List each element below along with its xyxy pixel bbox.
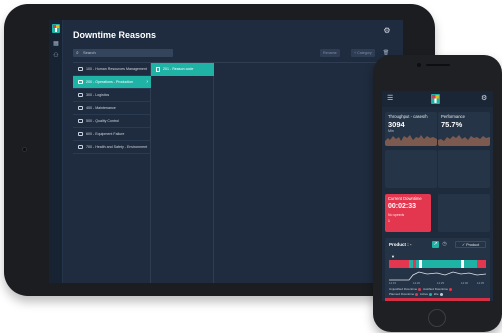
legend-dot <box>418 287 422 291</box>
legend-justified: Justified Downtime <box>422 287 449 291</box>
hamburger-menu-icon[interactable]: ☰ <box>387 95 393 103</box>
phone-header: ☰ ⚙ <box>382 91 493 107</box>
rename-button[interactable]: Rename <box>320 49 340 57</box>
category-item[interactable]: 500 - Quality Control <box>73 115 151 128</box>
category-label: 400 - Maintenance <box>86 106 116 110</box>
bottom-alarm-bar <box>385 298 490 301</box>
page-title: Downtime Reasons <box>73 30 157 40</box>
performance-sparkline <box>438 135 490 146</box>
kpi-card-empty[interactable] <box>385 150 437 188</box>
timeline-segment <box>461 260 464 268</box>
document-icon <box>156 66 160 72</box>
timeline-segment <box>477 260 486 268</box>
timeline-segment <box>419 260 422 268</box>
product-button[interactable]: ✓ Product <box>455 241 486 248</box>
category-item[interactable]: 600 - Equipment Failure <box>73 128 151 141</box>
search-input[interactable]: ⌕ Search <box>73 49 173 57</box>
kpi-label: Throughput - cases/h <box>388 114 428 119</box>
marker-icon: ▼ <box>391 254 395 259</box>
downtime-value: 00:02:33 <box>388 203 417 210</box>
tick-label: 14:25 <box>437 281 444 285</box>
tablet-device: ▦ ⚇ Downtime Reasons ⚙ ⌕ Search Rename +… <box>4 4 435 296</box>
product-title: Product : - <box>389 242 412 247</box>
phone-camera <box>417 63 421 67</box>
tick-label: 14:20 <box>413 281 420 285</box>
search-icon: ⌕ <box>76 50 79 56</box>
legend-active: Active <box>419 292 429 296</box>
trend-chart-icon[interactable]: ↗ <box>432 241 439 248</box>
kpi-label: Performance <box>441 114 465 119</box>
subcategory-item-selected[interactable]: 201 - Reason code <box>151 63 214 76</box>
category-item[interactable]: 700 - Health and Safety - Environment <box>73 141 151 154</box>
legend-row: Unjustified Downtime Justified Downtime <box>389 287 453 291</box>
folder-icon <box>78 119 83 124</box>
home-button[interactable] <box>428 309 446 327</box>
dashboard-icon[interactable]: ▦ <box>53 41 59 47</box>
legend-idle: Idle <box>433 292 439 296</box>
history-icon[interactable]: ◷ <box>441 241 448 248</box>
downtime-count: 1 <box>388 219 390 223</box>
tick-label: 14:30 <box>461 281 468 285</box>
category-label: 700 - Health and Safety - Environment <box>86 145 148 149</box>
subcategory-list: 201 - Reason code <box>151 63 214 283</box>
folder-icon <box>78 132 83 137</box>
kpi-value: 75.7% <box>441 120 463 129</box>
legend-dot <box>429 292 433 296</box>
speed-line-chart <box>389 271 486 281</box>
legend-planned: Planned Downtime <box>389 292 415 296</box>
chevron-right-icon: › <box>146 79 148 85</box>
performance-card[interactable]: Performance 75.7% <box>438 112 490 146</box>
state-timeline[interactable] <box>389 260 486 268</box>
timeline-segment <box>389 260 409 268</box>
kpi-card-empty[interactable] <box>438 150 490 188</box>
tick-label: 14:15 <box>389 281 396 285</box>
legend-unjustified: Unjustified Downtime <box>389 287 418 291</box>
category-label: 600 - Equipment Failure <box>86 132 125 136</box>
search-placeholder: Search <box>83 50 96 55</box>
legend-row: Planned Downtime Active Idle <box>389 292 443 296</box>
downtime-label: Current Downtime <box>388 196 422 201</box>
legend-dot <box>449 287 453 291</box>
folder-icon <box>78 106 83 111</box>
current-downtime-card[interactable]: Current Downtime 00:02:33 No speeds 1 <box>385 194 431 232</box>
category-item-selected[interactable]: 200 - Operations - Production › <box>73 76 151 89</box>
kpi-value: 3094 <box>388 120 405 129</box>
subcategory-label: 201 - Reason code <box>163 67 194 71</box>
category-label: 500 - Quality Control <box>86 119 119 123</box>
category-item[interactable]: 400 - Maintenance <box>73 102 151 115</box>
throughput-sparkline <box>385 135 437 146</box>
tick-label: 14:35 <box>477 281 484 285</box>
users-icon[interactable]: ⚇ <box>53 53 59 59</box>
settings-gear-icon[interactable]: ⚙ <box>383 27 391 35</box>
folder-icon <box>78 93 83 98</box>
category-list: 100 - Human Resources Management 200 - O… <box>73 63 151 283</box>
new-category-button[interactable]: + Category <box>351 49 375 57</box>
settings-gear-icon[interactable]: ⚙ <box>481 95 487 103</box>
tablet-screen: ▦ ⚇ Downtime Reasons ⚙ ⌕ Search Rename +… <box>49 20 403 283</box>
legend-dot <box>415 292 419 296</box>
folder-icon <box>78 80 83 85</box>
app-logo-icon <box>52 24 60 33</box>
phone-screen: ☰ ⚙ Throughput - cases/h 3094 Min Perfor… <box>382 91 493 301</box>
folder-icon <box>78 67 83 72</box>
phone-device: ☰ ⚙ Throughput - cases/h 3094 Min Perfor… <box>373 55 502 332</box>
category-label: 100 - Human Resources Management <box>86 67 147 71</box>
timeline-segment <box>413 260 416 268</box>
downtime-sub: No speeds <box>388 213 405 217</box>
product-button-label: Product <box>466 243 480 247</box>
kpi-card-empty[interactable] <box>438 194 490 232</box>
phone-speaker <box>426 64 450 66</box>
app-logo-icon <box>431 94 440 104</box>
folder-icon <box>78 145 83 150</box>
category-label: 200 - Operations - Production <box>86 80 134 84</box>
product-panel: Product : - ↗ ◷ ✓ Product ▼ 14:15 14:20 … <box>385 238 490 301</box>
category-label: 300 - Logistics <box>86 93 110 97</box>
tablet-camera <box>22 147 27 152</box>
category-item[interactable]: 100 - Human Resources Management <box>73 63 151 76</box>
legend-dot <box>439 292 443 296</box>
side-rail: ▦ ⚇ <box>49 20 63 283</box>
throughput-card[interactable]: Throughput - cases/h 3094 Min <box>385 112 437 146</box>
category-item[interactable]: 300 - Logistics <box>73 89 151 102</box>
